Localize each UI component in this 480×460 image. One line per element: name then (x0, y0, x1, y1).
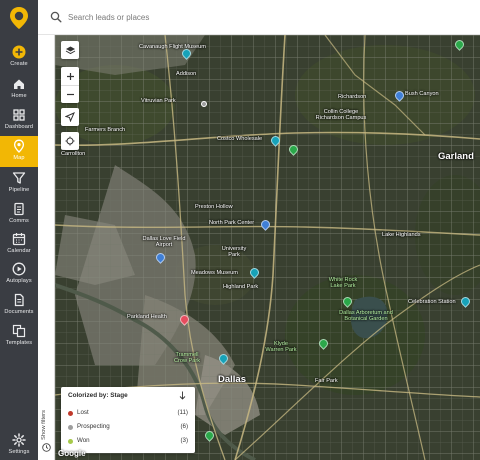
home-icon (14, 79, 24, 89)
legend-swatch (68, 411, 73, 416)
sidebar-item-label: Home (11, 93, 27, 99)
sidebar-item-dashboard[interactable]: Dashboard (0, 105, 38, 135)
sidebar-item-label: Dashboard (4, 124, 34, 130)
zoom-in-button[interactable] (61, 67, 79, 85)
templates-icon (12, 324, 26, 338)
filters-rail: Show filters (38, 35, 55, 460)
target-icon (65, 136, 75, 146)
map-label: Addison (176, 71, 197, 77)
map-label: Highland Park (223, 284, 259, 290)
sidebar-item-label: Calendar (7, 248, 31, 254)
legend-count: (3) (180, 437, 188, 444)
funnel-icon (12, 172, 26, 184)
map-label: Klyde Warren Park (265, 341, 297, 353)
google-attribution: Google (58, 449, 86, 458)
sidebar-item-create[interactable]: Create (0, 42, 38, 72)
reset-view-button[interactable] (61, 132, 79, 150)
sidebar-item-settings[interactable]: Settings (0, 430, 38, 460)
map-label: Lake Highlands (382, 232, 421, 238)
map-label: Meadows Museum (191, 270, 238, 276)
map-label: White Rock Lake Park (328, 277, 358, 289)
sidebar-item-home[interactable]: Home (0, 74, 38, 104)
map-label: Fair Park (315, 378, 338, 384)
document-icon (14, 202, 24, 216)
map-label: Dallas Love Field Airport (142, 236, 186, 248)
sidebar-item-calendar[interactable]: Calendar (0, 229, 38, 259)
sidebar-item-pipeline[interactable]: Pipeline (0, 168, 38, 198)
sidebar: Create Home Dashboard Map Pipeline Comms… (0, 0, 38, 460)
calendar-icon (12, 233, 26, 246)
map-label: Collin College Richardson Campus (315, 109, 367, 121)
search-bar (38, 0, 480, 35)
legend-count: (6) (180, 423, 188, 430)
legend-title: Colorized by: Stage (68, 392, 128, 399)
gear-icon (12, 433, 26, 447)
legend-row-won[interactable]: Won (3) (68, 437, 188, 447)
plus-circle-icon (12, 45, 26, 59)
lead-marker[interactable] (201, 101, 207, 107)
legend-count: (11) (177, 409, 188, 416)
sidebar-item-documents[interactable]: Documents (0, 290, 38, 320)
sidebar-item-label: Create (10, 61, 28, 67)
map-label: Parkland Health (127, 314, 167, 320)
legend-label: Won (77, 437, 90, 444)
map-label: Garland (438, 151, 474, 162)
sidebar-item-label: Pipeline (8, 187, 30, 193)
search-icon (50, 11, 62, 23)
zoom-controls (61, 67, 79, 103)
sidebar-item-label: Autoplays (6, 278, 32, 284)
sidebar-item-label: Map (13, 155, 25, 161)
map-layers-button[interactable] (61, 41, 79, 59)
legend-row-prospecting[interactable]: Prospecting (6) (68, 423, 188, 433)
arrow-down-icon[interactable] (179, 391, 186, 400)
legend-swatch (68, 425, 73, 430)
map-label: Preston Hollow (195, 204, 233, 210)
layers-icon (65, 46, 75, 54)
map-label: Trammell Crow Park (173, 352, 201, 364)
map-label: Vitruvian Park (141, 98, 176, 104)
minus-icon (66, 93, 74, 96)
legend-label: Prospecting (77, 423, 110, 430)
sidebar-item-autoplays[interactable]: Autoplays (0, 259, 38, 289)
sidebar-item-map[interactable]: Map (0, 136, 38, 167)
map-pin-logo-icon[interactable] (9, 6, 29, 30)
map-label: Celebration Station (408, 299, 456, 305)
sidebar-item-label: Settings (8, 449, 30, 455)
plus-icon (66, 72, 74, 80)
map-label: Bush Canyon (405, 91, 439, 97)
legend-label: Lost (77, 409, 89, 416)
map-label: University Park (221, 246, 247, 258)
map-label: Cavanaugh Flight Museum (139, 44, 206, 50)
show-filters-button[interactable]: Show filters (38, 394, 55, 454)
map-label: Richardson (338, 94, 367, 100)
map-label: Farmers Branch (85, 127, 126, 133)
zoom-out-button[interactable] (61, 85, 79, 103)
sidebar-item-comms[interactable]: Comms (0, 199, 38, 229)
my-location-button[interactable] (61, 108, 79, 126)
dashboard-grid-icon (13, 109, 25, 121)
search-input[interactable] (66, 8, 446, 26)
map-label: Costco Wholesale (217, 136, 263, 142)
map-pin-icon (13, 139, 25, 153)
show-filters-label: Show filters (41, 410, 47, 440)
map-view[interactable]: Cavanaugh Flight Museum Addison Vitruvia… (55, 35, 480, 460)
map-label: Carrollton (61, 151, 86, 157)
sidebar-item-label: Documents (4, 309, 34, 315)
legend-row-lost[interactable]: Lost (11) (68, 409, 188, 419)
legend-swatch (68, 439, 73, 444)
sidebar-item-label: Comms (9, 218, 29, 224)
clock-icon (42, 443, 51, 452)
map-label: Dallas Arboretum and Botanical Garden (339, 310, 393, 322)
map-label: North Park Center (209, 220, 255, 226)
sidebar-item-label: Templates (5, 340, 33, 346)
navigation-arrow-icon (65, 112, 75, 122)
stage-legend: Colorized by: Stage Lost (11) Prospectin… (61, 387, 195, 453)
map-label: Dallas (218, 374, 246, 385)
sidebar-item-templates[interactable]: Templates (0, 321, 38, 351)
documents-icon (14, 293, 24, 307)
play-circle-icon (12, 262, 26, 276)
